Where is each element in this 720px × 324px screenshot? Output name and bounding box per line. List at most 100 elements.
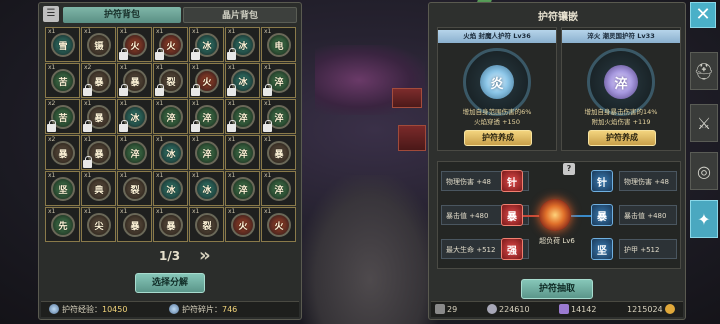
inventory-slot[interactable]: x1 镊 xyxy=(81,27,116,62)
rune-slot-right-3[interactable]: 坚 xyxy=(591,238,613,260)
background-chest xyxy=(398,125,426,151)
amulet-orb-icon: 淬 xyxy=(159,105,183,129)
lock-icon xyxy=(119,120,128,132)
item-count: x1 xyxy=(156,100,164,107)
inventory-slot[interactable]: x1 冰 xyxy=(153,171,188,206)
inventory-slot[interactable]: x1 雪 xyxy=(45,27,80,62)
inventory-slot[interactable]: x1 淬 xyxy=(153,99,188,134)
inventory-slot[interactable]: x1 淬 xyxy=(225,99,260,134)
inventory-slot[interactable]: x1 电 xyxy=(261,27,296,62)
amulet-orb-icon: 淬 xyxy=(267,177,291,201)
slot-name: 淬火 潮灵国护符 Lv33 xyxy=(562,30,680,43)
rune-slot-left-1[interactable]: 针 xyxy=(501,170,523,192)
amulet-inlay-panel: 护符镶嵌 火焰 封魔人护符 Lv36 炎 增加自身范围伤害的6% 火焰穿透 +1… xyxy=(428,2,686,320)
inventory-slot[interactable]: x1 暴 xyxy=(81,135,116,170)
inventory-slot[interactable]: x1 火 xyxy=(117,27,152,62)
overload-core-icon[interactable] xyxy=(539,199,571,231)
help-icon[interactable]: ? xyxy=(563,163,575,175)
inventory-slot[interactable]: x1 裂 xyxy=(153,63,188,98)
inventory-slot[interactable]: x2 暴 xyxy=(81,63,116,98)
amulet-orb-icon: 火 xyxy=(231,213,255,237)
amulet-nurture-button[interactable]: 护符养成 xyxy=(464,130,532,146)
inventory-slot[interactable]: x1 火 xyxy=(153,27,188,62)
inventory-slot[interactable]: x1 典 xyxy=(81,171,116,206)
inventory-slot[interactable]: x1 裂 xyxy=(117,171,152,206)
amulet-icon[interactable]: ✦ xyxy=(690,200,718,238)
exp-gem-icon xyxy=(49,304,59,314)
amulet-orb-icon: 暴 xyxy=(51,141,75,165)
inventory-slot[interactable]: x1 火 xyxy=(261,207,296,242)
select-decompose-button[interactable]: 选择分解 xyxy=(135,273,205,293)
rune-slot-left-3[interactable]: 强 xyxy=(501,238,523,260)
inventory-slot[interactable]: x1 冰 xyxy=(189,27,224,62)
inventory-slot[interactable]: x1 淬 xyxy=(261,63,296,98)
lock-icon xyxy=(263,120,272,132)
inventory-slot[interactable]: x1 坚 xyxy=(45,171,80,206)
inventory-slot[interactable]: x1 冰 xyxy=(117,99,152,134)
inventory-slot[interactable]: x1 冰 xyxy=(225,63,260,98)
silver-coin-icon xyxy=(487,304,497,314)
helmet-icon[interactable]: ⛑ xyxy=(690,52,718,90)
item-count: x1 xyxy=(48,64,56,71)
link-line xyxy=(571,215,591,217)
core-label: 超负荷 Lv6 xyxy=(539,237,575,245)
amulet-orb-icon: 冰 xyxy=(195,177,219,201)
gold-counter: 1215024 xyxy=(627,304,677,314)
amulet-slot-1[interactable]: 火焰 封魔人护符 Lv36 炎 增加自身范围伤害的6% 火焰穿透 +150 护符… xyxy=(437,27,557,151)
inventory-slot[interactable]: x1 火 xyxy=(225,207,260,242)
tab-amulet-bag[interactable]: 护符背包 xyxy=(63,7,181,23)
lock-icon xyxy=(47,120,56,132)
item-count: x1 xyxy=(84,172,92,179)
slot-effect-2: 附加火焰伤害 +119 xyxy=(591,118,651,126)
lock-icon xyxy=(119,84,128,96)
close-button[interactable]: ✕ xyxy=(690,2,716,28)
amulet-nurture-button[interactable]: 护符养成 xyxy=(588,130,656,146)
inventory-slot[interactable]: x1 暴 xyxy=(81,99,116,134)
inventory-slot[interactable]: x2 苦 xyxy=(45,99,80,134)
crossed-swords-icon[interactable]: ⚔ xyxy=(690,104,718,142)
inventory-slot[interactable]: x1 暴 xyxy=(153,207,188,242)
inventory-slot[interactable]: x1 尖 xyxy=(81,207,116,242)
inventory-slot[interactable]: x1 淬 xyxy=(261,171,296,206)
amulet-orb-icon: 裂 xyxy=(195,213,219,237)
rune-slot-left-2[interactable]: 暴 xyxy=(501,204,523,226)
inventory-slot[interactable]: x1 裂 xyxy=(189,207,224,242)
item-count: x1 xyxy=(120,208,128,215)
inventory-slot[interactable]: x1 淬 xyxy=(189,99,224,134)
shield-target-icon[interactable]: ◎ xyxy=(690,152,718,190)
inventory-slot[interactable]: x1 暴 xyxy=(117,207,152,242)
inventory-slot[interactable]: x1 淬 xyxy=(225,171,260,206)
item-count: x1 xyxy=(264,28,272,35)
inventory-slot[interactable]: x1 冰 xyxy=(153,135,188,170)
tab-chip-bag[interactable]: 晶片背包 xyxy=(183,7,297,23)
item-count: x1 xyxy=(120,172,128,179)
inventory-slot[interactable]: x1 淬 xyxy=(261,99,296,134)
inventory-slot[interactable]: x1 淬 xyxy=(189,135,224,170)
inventory-slot[interactable]: x1 先 xyxy=(45,207,80,242)
inventory-slot[interactable]: x1 淬 xyxy=(225,135,260,170)
lock-icon xyxy=(83,120,92,132)
inventory-slot[interactable]: x1 冰 xyxy=(189,171,224,206)
amulet-orb-icon: 火 xyxy=(267,213,291,237)
inventory-slot[interactable]: x1 苦 xyxy=(45,63,80,98)
inventory-slot[interactable]: x1 火 xyxy=(189,63,224,98)
amulet-orb-icon: 雪 xyxy=(51,33,75,57)
inventory-slot[interactable]: x1 冰 xyxy=(225,27,260,62)
page-indicator: 1/3 xyxy=(159,249,181,263)
lock-icon xyxy=(155,48,164,60)
inventory-slot[interactable]: x1 暴 xyxy=(261,135,296,170)
next-page-button[interactable]: » xyxy=(199,246,211,266)
item-count: x1 xyxy=(192,28,200,35)
rune-slot-right-2[interactable]: 暴 xyxy=(591,204,613,226)
rune-slot-right-1[interactable]: 针 xyxy=(591,170,613,192)
amulet-slot-2[interactable]: 淬火 潮灵国护符 Lv33 淬 增加自身暴击伤害的14% 附加火焰伤害 +119… xyxy=(561,27,681,151)
item-count: x1 xyxy=(264,172,272,179)
inventory-slot[interactable]: x1 暴 xyxy=(117,63,152,98)
item-count: x1 xyxy=(264,208,272,215)
notebook-icon[interactable]: ☰ xyxy=(43,6,59,22)
amulet-orb-icon: 淬 xyxy=(123,141,147,165)
inventory-slot[interactable]: x1 淬 xyxy=(117,135,152,170)
inventory-slot[interactable]: x2 暴 xyxy=(45,135,80,170)
amulet-draw-button[interactable]: 护符抽取 xyxy=(521,279,593,299)
lock-icon xyxy=(83,84,92,96)
